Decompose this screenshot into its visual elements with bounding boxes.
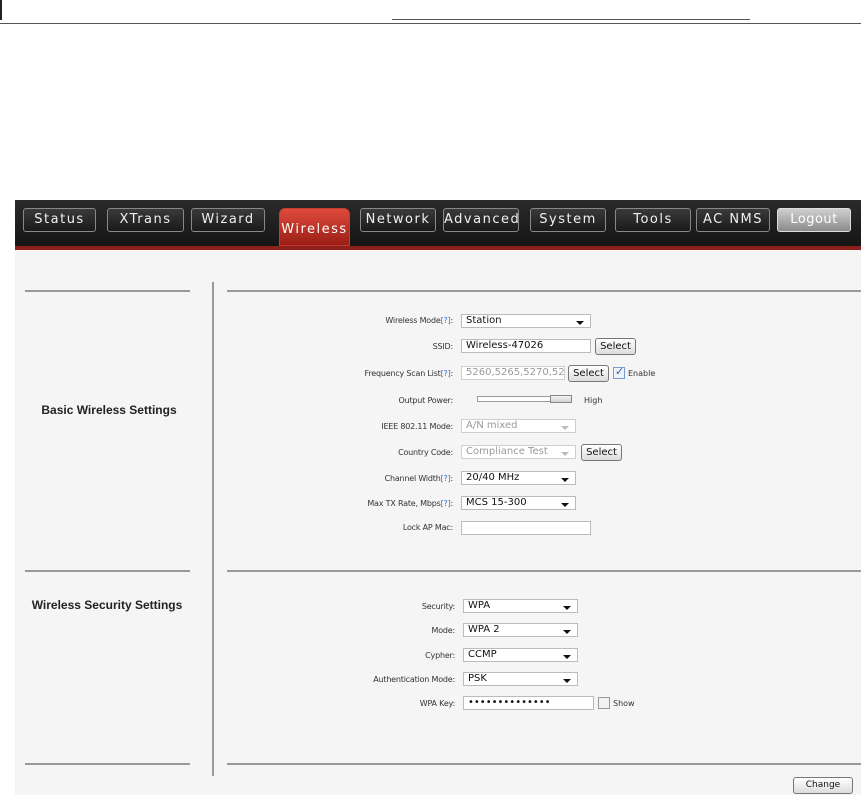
- chevron-down-icon: [576, 321, 584, 325]
- output-power-slider-handle[interactable]: [550, 395, 572, 403]
- chevron-down-icon: [563, 630, 571, 634]
- enable-label: Enable: [628, 369, 656, 378]
- section-divider: [25, 763, 190, 765]
- section-divider: [25, 570, 190, 572]
- wpa-key-label: WPA Key:: [419, 699, 455, 708]
- wpa-key-input[interactable]: ••••••••••••••: [463, 696, 594, 710]
- frequency-scan-input[interactable]: 5260,5265,5270,5275,: [461, 366, 565, 380]
- security-settings-title: Wireless Security Settings: [31, 598, 183, 612]
- top-rule: [392, 19, 750, 20]
- tab-wizard[interactable]: Wizard: [191, 208, 265, 232]
- tab-network[interactable]: Network: [360, 208, 436, 232]
- tab-advanced[interactable]: Advanced: [443, 208, 519, 232]
- authentication-mode-label: Authentication Mode:: [373, 675, 455, 684]
- frequency-scan-help[interactable]: [?]: [441, 369, 451, 378]
- wireless-mode-select[interactable]: Station: [461, 314, 591, 328]
- chevron-down-icon: [563, 655, 571, 659]
- cypher-select[interactable]: CCMP: [463, 648, 578, 662]
- frequency-scan-select-button[interactable]: Select: [568, 365, 609, 382]
- tab-tools[interactable]: Tools: [615, 208, 691, 232]
- section-divider: [227, 290, 861, 292]
- tab-status[interactable]: Status: [23, 208, 96, 232]
- output-power-value: High: [584, 396, 603, 405]
- chevron-down-icon: [561, 426, 569, 430]
- country-code-select: Compliance Test: [461, 445, 576, 459]
- mode-select[interactable]: WPA 2: [463, 623, 578, 637]
- chevron-down-icon: [563, 606, 571, 610]
- output-power-label: Output Power:: [398, 396, 454, 405]
- channel-width-help[interactable]: [?]: [441, 474, 451, 483]
- cypher-label: Cypher:: [425, 651, 455, 660]
- lock-ap-mac-label: Lock AP Mac:: [402, 523, 453, 532]
- ieee-mode-select: A/N mixed: [461, 419, 576, 433]
- max-tx-rate-label: Max TX Rate, Mbps[?]:: [367, 499, 453, 508]
- ssid-input[interactable]: Wireless-47026: [461, 339, 591, 353]
- chevron-down-icon: [561, 452, 569, 456]
- frequency-scan-enable-checkbox[interactable]: [613, 365, 625, 379]
- max-tx-rate-select[interactable]: MCS 15-300: [461, 496, 576, 510]
- wireless-mode-help[interactable]: [?]: [441, 316, 451, 325]
- logout-button[interactable]: Logout: [777, 208, 851, 232]
- top-left-divider: [0, 0, 2, 20]
- tab-ac-nms[interactable]: AC NMS: [696, 208, 770, 232]
- frequency-scan-label: Frequency Scan List[?]:: [364, 369, 454, 378]
- country-code-select-button[interactable]: Select: [581, 444, 622, 461]
- chevron-down-icon: [561, 503, 569, 507]
- change-button[interactable]: Change: [793, 777, 853, 794]
- show-key-checkbox[interactable]: [598, 697, 610, 709]
- settings-panel: Basic Wireless Settings Wireless Securit…: [15, 250, 861, 795]
- chevron-down-icon: [561, 478, 569, 482]
- mode-label: Mode:: [431, 626, 456, 635]
- output-power-slider[interactable]: [477, 395, 572, 403]
- authentication-mode-select[interactable]: PSK: [463, 672, 578, 686]
- section-divider: [227, 570, 861, 572]
- tab-xtrans[interactable]: XTrans: [107, 208, 184, 232]
- security-select[interactable]: WPA: [463, 599, 578, 613]
- header-rule: [0, 23, 861, 24]
- section-divider: [25, 290, 190, 292]
- channel-width-select[interactable]: 20/40 MHz: [461, 471, 576, 485]
- tab-wireless[interactable]: Wireless: [279, 208, 350, 246]
- channel-width-label: Channel Width[?]:: [384, 474, 454, 483]
- max-tx-rate-help[interactable]: [?]: [441, 499, 451, 508]
- ieee-mode-label: IEEE 802.11 Mode:: [381, 422, 453, 431]
- show-key-label: Show: [613, 699, 635, 708]
- wireless-mode-label: Wireless Mode[?]:: [385, 316, 453, 325]
- ssid-label: SSID:: [432, 342, 454, 351]
- column-divider: [212, 282, 214, 776]
- ssid-select-button[interactable]: Select: [595, 338, 636, 355]
- section-divider: [227, 763, 861, 765]
- chevron-down-icon: [563, 679, 571, 683]
- security-label: Security:: [421, 602, 455, 611]
- country-code-label: Country Code:: [398, 448, 453, 457]
- main-nav: Status XTrans Wizard Wireless Network Ad…: [15, 200, 861, 250]
- tab-system[interactable]: System: [530, 208, 606, 232]
- lock-ap-mac-input[interactable]: [461, 521, 591, 535]
- basic-settings-title: Basic Wireless Settings: [41, 403, 177, 417]
